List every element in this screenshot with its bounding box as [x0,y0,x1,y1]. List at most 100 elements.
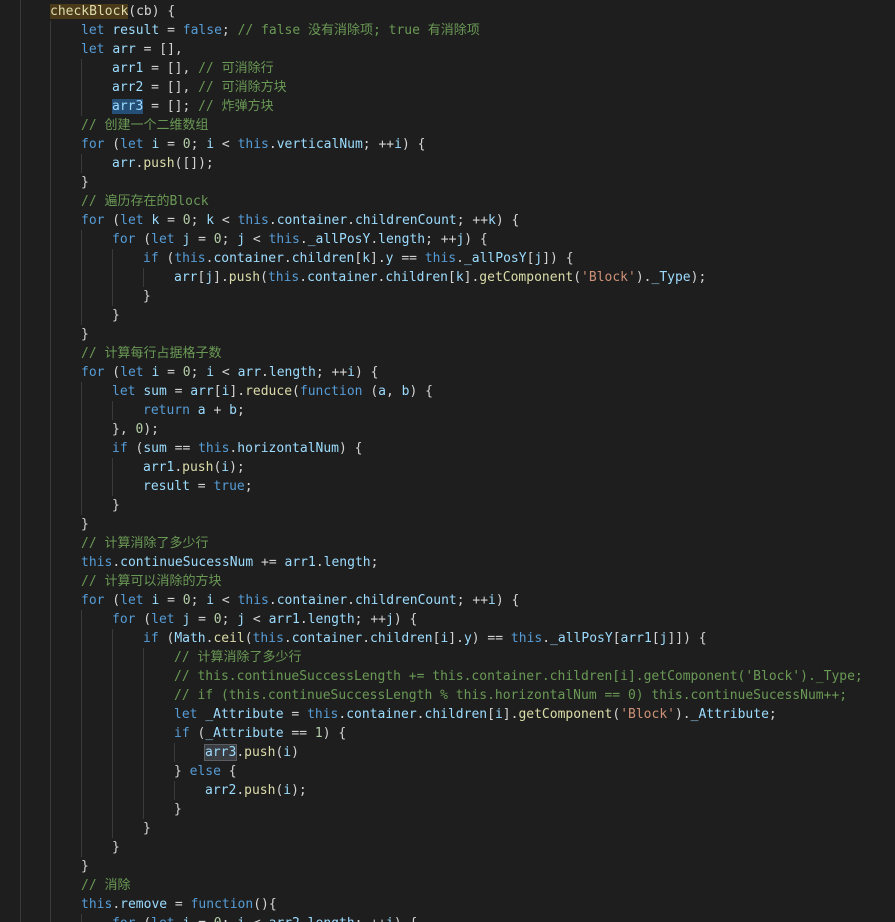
punctuation-token: ; [190,213,207,228]
code-line[interactable]: if (Math.ceil(this.container.children[i]… [50,629,863,648]
code-line[interactable]: } [50,515,863,534]
code-line[interactable]: } [50,306,863,325]
keyword-token: this [237,593,269,608]
punctuation-token: . [236,745,245,760]
code-line[interactable]: if (this.container.children[k].y == this… [50,249,863,268]
keyword-token: true [213,479,245,494]
code-line[interactable]: // 创建一个二维数组 [50,116,863,135]
code-line[interactable]: for (let i = 0; i < arr.length; ++i) { [50,363,863,382]
identifier-token: children [291,251,355,266]
code-line[interactable]: // 计算消除了多少行 [50,648,863,667]
punctuation-token: . [112,897,121,912]
code-line[interactable]: arr[j].push(this.container.children[k].g… [50,268,863,287]
code-line[interactable]: if (_Attribute == 1) { [50,724,863,743]
code-line[interactable]: arr3.push(i) [50,743,863,762]
punctuation-token: ; ++ [354,612,386,627]
code-line[interactable]: if (sum == this.horizontalNum) { [50,439,863,458]
identifier-token: j [205,270,214,285]
code-line[interactable]: // 计算每行占据格子数 [50,344,863,363]
punctuation-token: } [112,308,120,323]
code-line[interactable]: result = true; [50,477,863,496]
identifier-token: container [291,631,363,646]
code-line[interactable]: arr2 = [], // 可消除方块 [50,78,863,97]
code-line[interactable]: // this.continueSuccessLength += this.co… [50,667,863,686]
code-line[interactable]: // 计算可以消除的方块 [50,572,863,591]
function-token: push [228,270,261,285]
keyword-token: this [424,251,457,266]
code-line[interactable]: for (let k = 0; k < this.container.child… [50,211,863,230]
punctuation-token: [ [487,707,495,722]
punctuation-token: . [315,555,324,570]
code-line[interactable]: } [50,287,863,306]
code-line[interactable]: let sum = arr[i].reduce(function (a, b) … [50,382,863,401]
code-line[interactable]: } else { [50,762,863,781]
code-line[interactable]: let result = false; // false 没有消除项; true… [50,21,863,40]
code-line[interactable]: } [50,819,863,838]
keyword-token: if [143,251,159,266]
code-line[interactable]: // 计算消除了多少行 [50,534,863,553]
punctuation-token: . [542,631,551,646]
code-line[interactable]: // 消除 [50,876,863,895]
code-line[interactable]: arr1.push(i); [50,458,863,477]
punctuation-token: . [456,251,464,266]
punctuation-token: ; [768,707,777,722]
punctuation-token: . [416,707,425,722]
code-line[interactable]: // if (this.continueSuccessLength % this… [50,686,863,705]
code-line[interactable]: for (let j = 0; j < this._allPosY.length… [50,230,863,249]
code-line[interactable]: this.continueSucessNum += arr1.length; [50,553,863,572]
comment-token: // 计算可以消除的方块 [81,574,222,589]
identifier-token: arr1 [268,612,300,627]
code-line[interactable]: this.remove = function(){ [50,895,863,914]
code-line[interactable]: } [50,838,863,857]
code-line[interactable]: arr.push([]); [50,154,863,173]
punctuation-token: . [174,460,183,475]
identifier-token: y [463,631,472,646]
keyword-token: this [267,270,300,285]
comment-token: // 计算每行占据格子数 [81,346,222,361]
punctuation-token: ( [573,270,582,285]
code-line[interactable]: arr1 = [], // 可消除行 [50,59,863,78]
keyword-token: for [81,137,105,152]
code-line[interactable]: for (let j = 0; j < arr1.length; ++j) { [50,610,863,629]
number-token: 0 [182,365,191,380]
punctuation-token: } [112,840,120,855]
punctuation-token: = [166,384,191,399]
punctuation-token: = []; [143,99,199,114]
code-line[interactable]: return a + b; [50,401,863,420]
punctuation-token: ) { [401,137,426,152]
code-line[interactable]: checkBlock(cb) { [50,2,863,21]
punctuation-token: }, [112,422,136,437]
code-line[interactable]: arr3 = []; // 炸弹方块 [50,97,863,116]
punctuation-token: . [283,251,292,266]
code-line[interactable]: let arr = [], [50,40,863,59]
identifier-token: i [237,916,245,922]
code-line[interactable]: for (let i = 0; i < arr2.length; ++i) { [50,914,863,922]
identifier-token: length [323,555,371,570]
punctuation-token: = [], [135,42,183,57]
code-line[interactable]: } [50,800,863,819]
function-token: push [244,783,276,798]
code-line[interactable]: for (let i = 0; i < this.verticalNum; ++… [50,135,863,154]
punctuation-token: = [159,23,183,38]
keyword-token: let [151,916,174,922]
code-line[interactable]: }, 0); [50,420,863,439]
identifier-token: childrenCount [354,593,457,608]
code-line[interactable]: let _Attribute = this.container.children… [50,705,863,724]
punctuation-token: . [283,631,292,646]
punctuation-token: < [214,365,238,380]
keyword-token: let [120,365,144,380]
identifier-token: b [229,403,237,418]
code-editor[interactable]: checkBlock(cb) {let result = false; // f… [0,0,895,922]
code-line[interactable]: } [50,173,863,192]
identifier-token: i [206,365,215,380]
code-line[interactable]: } [50,496,863,515]
code-line[interactable]: arr2.push(i); [50,781,863,800]
code-lines: checkBlock(cb) {let result = false; // f… [50,2,863,922]
code-line[interactable]: for (let i = 0; i < this.container.child… [50,591,863,610]
identifier-token: i [386,916,394,922]
punctuation-token: , [385,384,402,399]
code-line[interactable]: } [50,325,863,344]
code-line[interactable]: } [50,857,863,876]
code-line[interactable]: // 遍历存在的Block [50,192,863,211]
punctuation-token: ( [104,213,121,228]
